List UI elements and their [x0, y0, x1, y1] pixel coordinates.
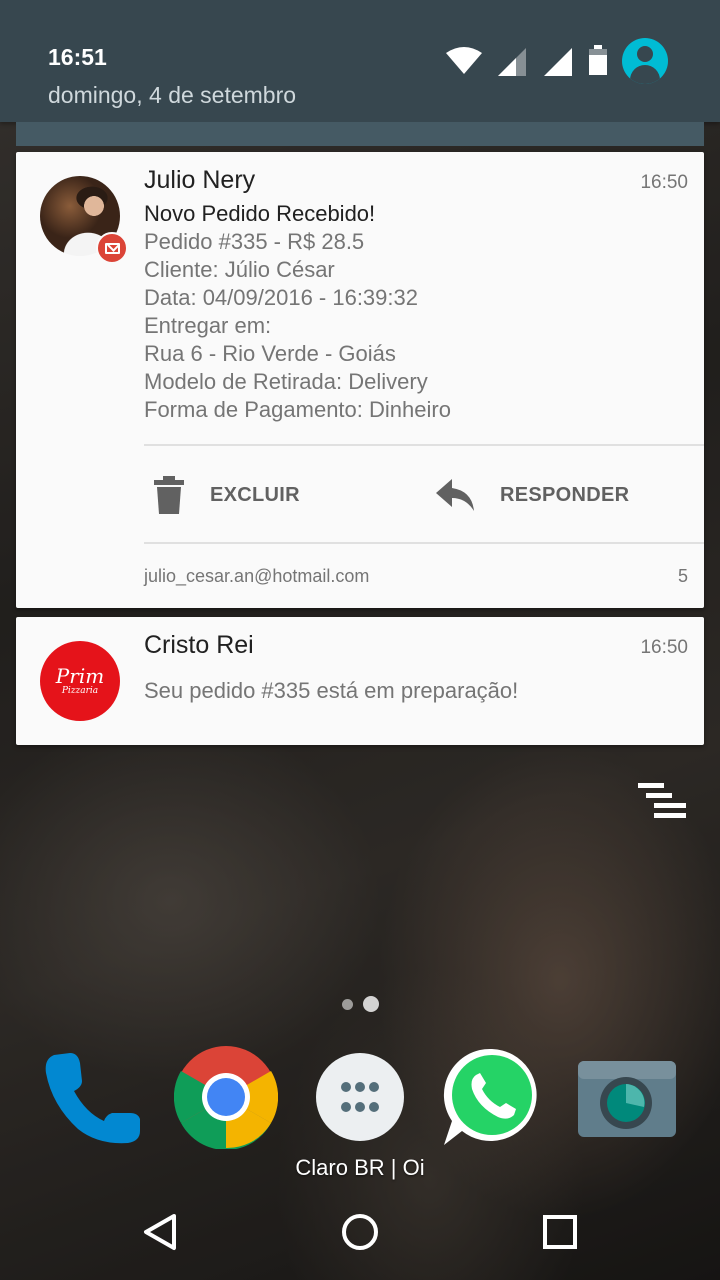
body-line: Data: 04/09/2016 - 16:39:32	[144, 285, 418, 310]
recents-icon	[543, 1215, 577, 1249]
body-line: Novo Pedido Recebido!	[144, 201, 376, 226]
phone-app-icon[interactable]	[40, 1045, 144, 1149]
date-label: domingo, 4 de setembro	[48, 82, 297, 108]
app-drawer-icon[interactable]	[308, 1045, 412, 1149]
reply-icon	[436, 479, 474, 511]
signal-icon	[498, 48, 526, 76]
back-icon	[144, 1214, 176, 1250]
recents-button[interactable]	[530, 1208, 590, 1256]
reply-button[interactable]: RESPONDER	[436, 472, 629, 518]
notification-body: Novo Pedido Recebido! Pedido #335 - R$ 2…	[144, 200, 451, 424]
body-line: Seu pedido #335 está em preparação!	[144, 678, 519, 703]
body-line: Rua 6 - Rio Verde - Goiás	[144, 341, 396, 366]
battery-icon	[589, 45, 607, 75]
home-icon	[342, 1214, 378, 1250]
gmail-badge-icon	[96, 232, 128, 264]
body-line: Pedido #335 - R$ 28.5	[144, 229, 365, 254]
notification-time: 16:50	[640, 172, 688, 193]
delete-button[interactable]: EXCLUIR	[152, 472, 300, 518]
account-icon[interactable]	[622, 38, 668, 84]
notification-julio-nery[interactable]: Julio Nery 16:50 Novo Pedido Recebido! P…	[16, 152, 704, 608]
delete-label: EXCLUIR	[210, 483, 300, 506]
page-dot	[342, 998, 353, 1010]
body-line: Cliente: Júlio César	[144, 257, 335, 282]
status-icons	[446, 38, 668, 84]
divider	[144, 444, 704, 446]
back-button[interactable]	[130, 1208, 190, 1256]
page-indicator	[342, 996, 379, 1012]
trash-icon	[154, 476, 184, 514]
body-line: Entregar em:	[144, 313, 272, 338]
signal-icon-2	[544, 48, 572, 76]
navigation-bar	[0, 1184, 720, 1280]
notification-shade-header: 16:51 domingo, 4 de setembro	[0, 0, 720, 122]
account-email: julio_cesar.an@hotmail.com	[144, 566, 370, 586]
pizzeria-logo: Prim Pizzaria	[40, 641, 120, 721]
whatsapp-app-icon[interactable]	[440, 1045, 544, 1149]
notification-title: Julio Nery	[144, 166, 256, 194]
notification-cristo-rei[interactable]: Prim Pizzaria Cristo Rei 16:50 Seu pedid…	[16, 617, 704, 745]
camera-app-icon[interactable]	[576, 1045, 680, 1149]
reply-label: RESPONDER	[500, 483, 630, 506]
app-dock	[0, 1045, 720, 1155]
body-line: Forma de Pagamento: Dinheiro	[144, 397, 451, 422]
body-line: Modelo de Retirada: Delivery	[144, 369, 428, 394]
wifi-icon	[446, 47, 482, 74]
carrier-label: Claro BR | Oi	[295, 1155, 425, 1180]
notification-body: Seu pedido #335 está em preparação!	[144, 677, 518, 705]
notification-time: 16:50	[640, 637, 688, 658]
home-button[interactable]	[330, 1208, 390, 1256]
search-bar-peek	[16, 122, 704, 146]
clock: 16:51	[48, 44, 107, 70]
chrome-app-icon[interactable]	[173, 1045, 279, 1150]
divider	[144, 542, 704, 544]
notification-title: Cristo Rei	[144, 631, 254, 659]
message-count: 5	[677, 566, 688, 586]
page-dot-active	[363, 996, 379, 1012]
clear-all-button[interactable]	[638, 783, 688, 819]
